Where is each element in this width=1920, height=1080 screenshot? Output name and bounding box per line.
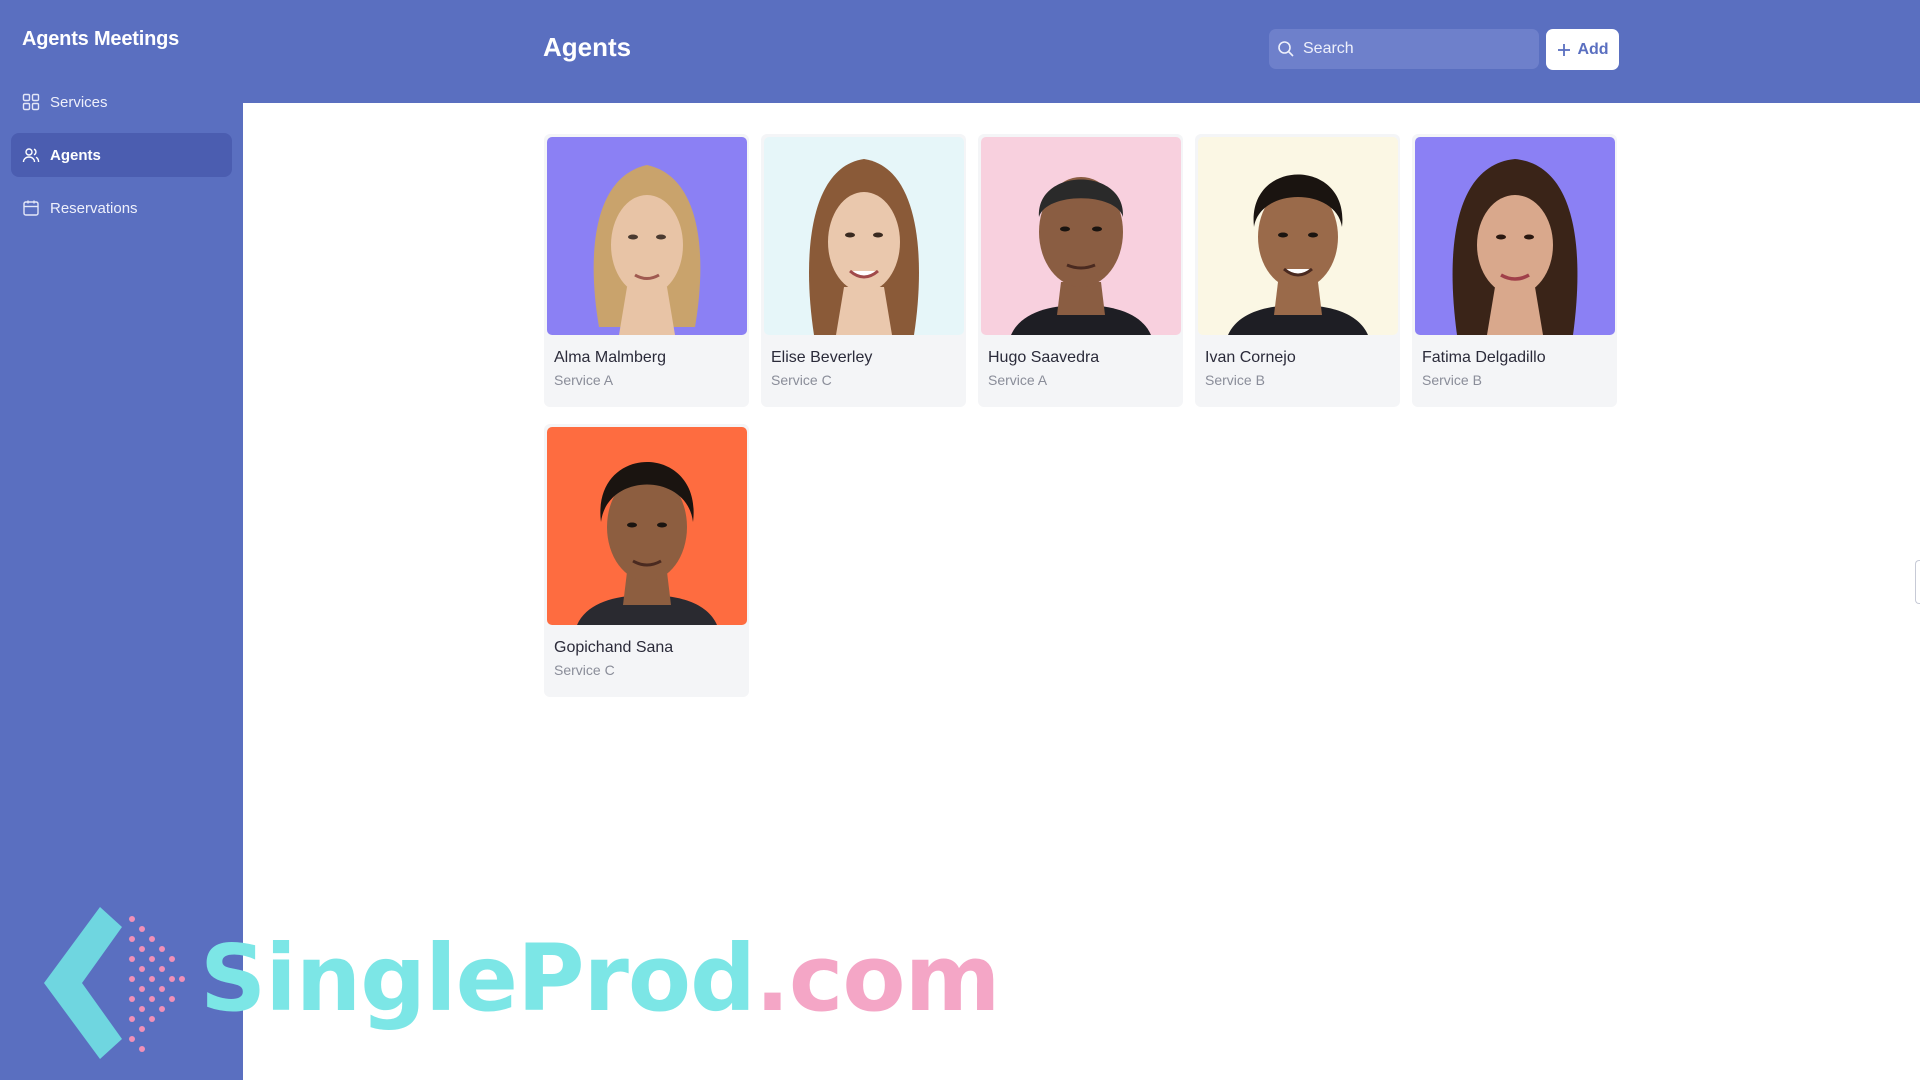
agent-card[interactable]: Elise Beverley Service C bbox=[761, 134, 966, 407]
agent-photo bbox=[1198, 137, 1398, 335]
grid-icon bbox=[22, 93, 40, 111]
agent-name: Alma Malmberg bbox=[554, 349, 667, 366]
agent-photo bbox=[547, 427, 747, 625]
agent-service: Service B bbox=[1422, 372, 1482, 388]
photo-eye bbox=[1278, 232, 1288, 238]
agent-name: Gopichand Sana bbox=[554, 639, 674, 656]
photo-eye bbox=[628, 234, 638, 240]
app-title: Agents Meetings bbox=[22, 28, 180, 50]
watermark-logo-icon bbox=[44, 907, 185, 1059]
top-header: Agents Add bbox=[243, 0, 1920, 103]
agent-photo bbox=[547, 137, 747, 335]
search-input[interactable] bbox=[1303, 40, 1523, 58]
photo-eye bbox=[1524, 234, 1534, 240]
agent-name: Ivan Cornejo bbox=[1205, 349, 1296, 366]
sidebar-item-services[interactable]: Services bbox=[11, 80, 232, 124]
add-button-label: Add bbox=[1577, 40, 1609, 58]
search-icon bbox=[1277, 40, 1295, 58]
watermark-text: SingleProd.com bbox=[200, 925, 1000, 1032]
agent-name: Elise Beverley bbox=[771, 349, 873, 366]
agent-service: Service C bbox=[554, 662, 615, 678]
calendar-icon bbox=[22, 199, 40, 217]
sidebar-item-agents[interactable]: Agents bbox=[11, 133, 232, 177]
agent-name: Fatima Delgadillo bbox=[1422, 349, 1546, 366]
search-box[interactable] bbox=[1269, 29, 1539, 69]
agent-card[interactable]: Alma Malmberg Service A bbox=[544, 134, 749, 407]
photo-eye bbox=[1496, 234, 1506, 240]
plus-icon bbox=[1556, 42, 1572, 58]
photo-eye bbox=[656, 234, 666, 240]
photo-eye bbox=[657, 522, 667, 528]
agent-photo bbox=[1415, 137, 1615, 335]
agent-service: Service B bbox=[1205, 372, 1265, 388]
agent-service: Service A bbox=[554, 372, 614, 388]
sidebar-item-label: Services bbox=[50, 93, 108, 111]
agent-card[interactable]: Fatima Delgadillo Service B bbox=[1412, 134, 1617, 407]
agent-card[interactable]: Ivan Cornejo Service B bbox=[1195, 134, 1400, 407]
agent-service: Service C bbox=[771, 372, 832, 388]
agent-service: Service A bbox=[988, 372, 1048, 388]
photo-eye bbox=[1308, 232, 1318, 238]
page-title: Agents bbox=[543, 32, 632, 62]
users-icon bbox=[22, 146, 40, 164]
photo-eye bbox=[1092, 226, 1102, 232]
scroll-handle[interactable] bbox=[1915, 560, 1920, 604]
sidebar-item-reservations[interactable]: Reservations bbox=[11, 186, 232, 230]
watermark: SingleProd.com bbox=[22, 905, 1000, 1065]
photo-eye bbox=[845, 232, 855, 238]
sidebar-item-label: Reservations bbox=[50, 199, 138, 217]
photo-eye bbox=[627, 522, 637, 528]
photo-eye bbox=[873, 232, 883, 238]
photo-eye bbox=[1060, 226, 1070, 232]
photo-neck bbox=[836, 287, 892, 335]
agent-name: Hugo Saavedra bbox=[988, 349, 1100, 366]
agent-card[interactable]: Gopichand Sana Service C bbox=[544, 424, 749, 697]
add-button[interactable]: Add bbox=[1546, 29, 1619, 70]
agent-photo bbox=[981, 137, 1181, 335]
agent-card[interactable]: Hugo Saavedra Service A bbox=[978, 134, 1183, 407]
agent-photo bbox=[764, 137, 964, 335]
sidebar-item-label: Agents bbox=[50, 146, 101, 164]
sidebar-nav: Services Agents Reservations bbox=[11, 80, 232, 239]
